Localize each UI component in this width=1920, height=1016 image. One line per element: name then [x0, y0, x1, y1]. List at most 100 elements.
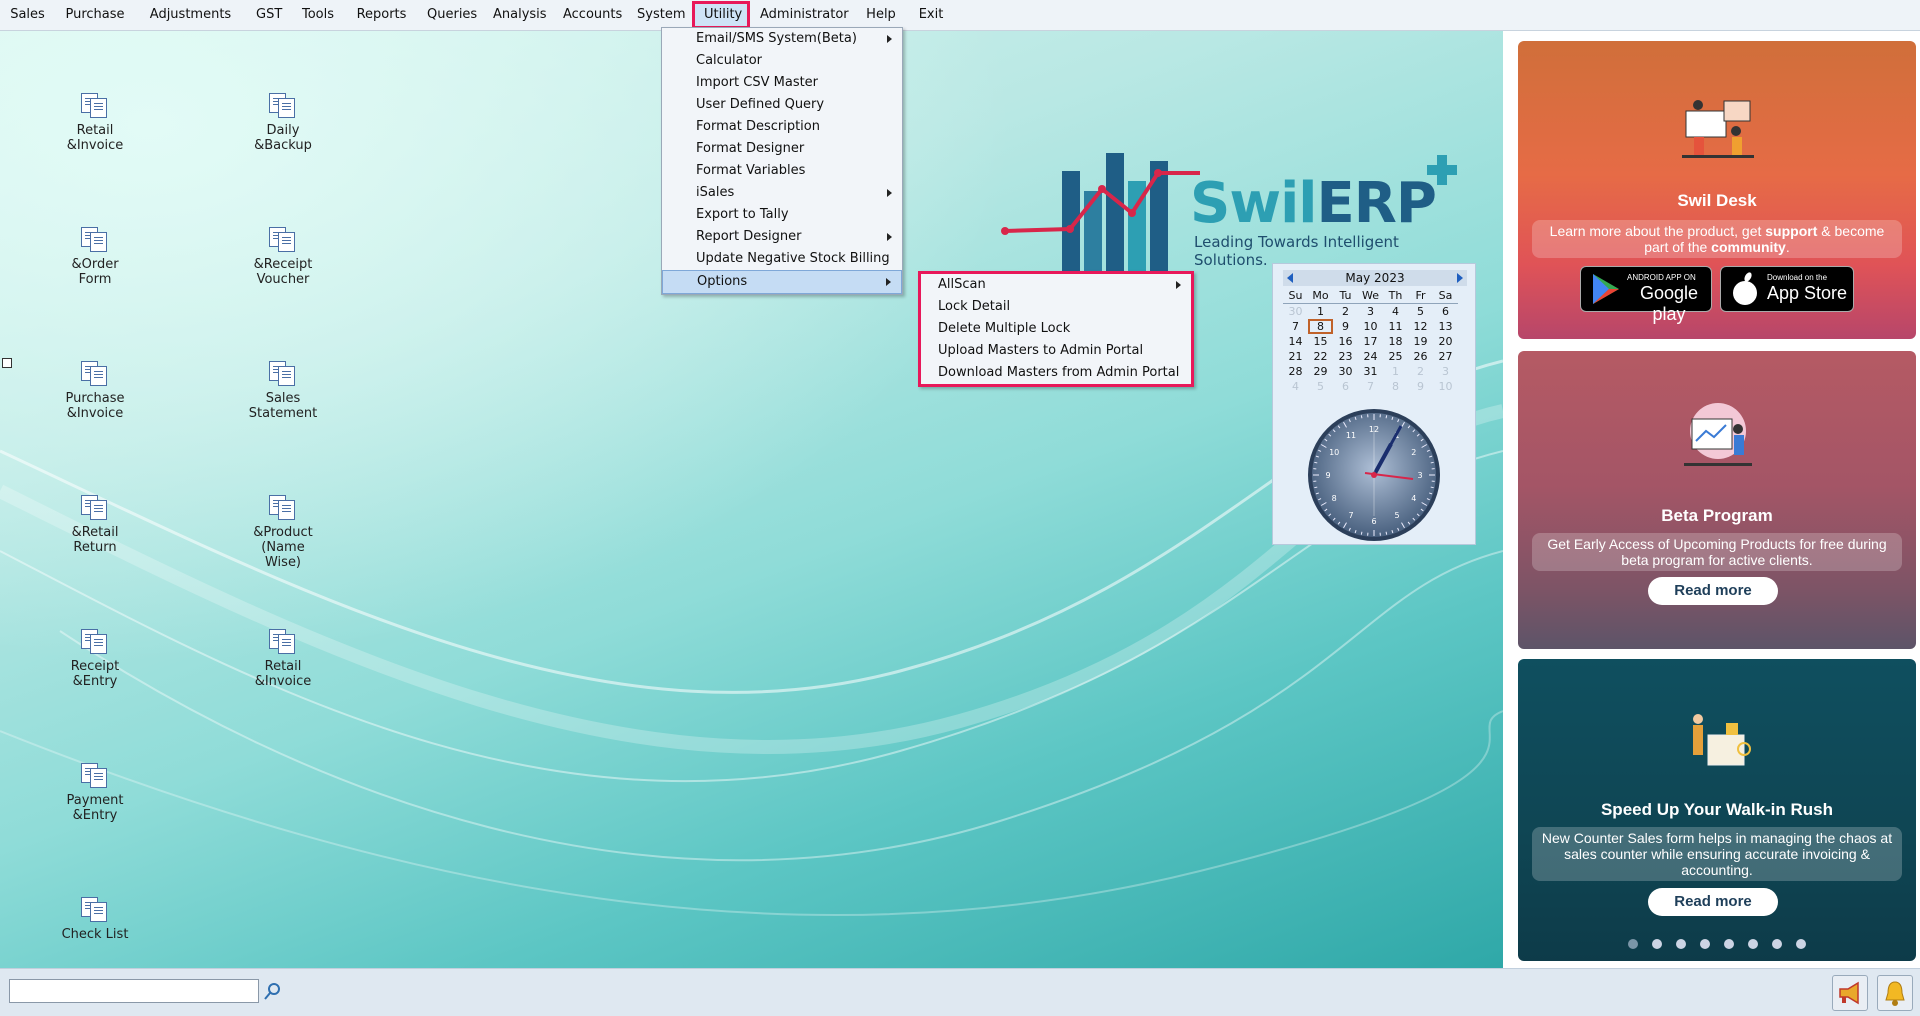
desktop-shortcut[interactable]: &Order Form — [40, 227, 150, 287]
carousel-dot[interactable] — [1772, 939, 1782, 949]
prev-month-icon[interactable] — [1287, 273, 1293, 283]
desktop-shortcut[interactable]: Receipt &Entry — [40, 629, 150, 689]
menu-analysis[interactable]: Analysis — [483, 1, 553, 29]
resize-handle[interactable] — [2, 358, 12, 368]
menu-administrator[interactable]: Administrator — [750, 1, 856, 29]
menu-item-allscan[interactable]: AllScan — [921, 274, 1191, 296]
calendar-day[interactable]: 22 — [1308, 349, 1333, 364]
carousel-dot[interactable] — [1700, 939, 1710, 949]
calendar-day[interactable]: 2 — [1333, 304, 1358, 320]
calendar-day[interactable]: 20 — [1433, 334, 1458, 349]
desktop-shortcut[interactable]: Payment &Entry — [40, 763, 150, 823]
calendar-day[interactable]: 10 — [1433, 379, 1458, 394]
menu-reports[interactable]: Reports — [346, 1, 417, 29]
menu-item-update-negative-stock-billing[interactable]: Update Negative Stock Billing — [662, 248, 902, 270]
calendar-day[interactable]: 6 — [1333, 379, 1358, 394]
calendar-day[interactable]: 4 — [1383, 304, 1408, 320]
menu-item-delete-multiple-lock[interactable]: Delete Multiple Lock — [921, 318, 1191, 340]
menu-utility[interactable]: Utility — [692, 1, 750, 29]
calendar-day[interactable]: 29 — [1308, 364, 1333, 379]
calendar-day[interactable]: 17 — [1358, 334, 1383, 349]
menu-gst[interactable]: GST — [246, 1, 290, 29]
calendar-day[interactable]: 21 — [1283, 349, 1308, 364]
carousel-dot[interactable] — [1724, 939, 1734, 949]
carousel-dot[interactable] — [1652, 939, 1662, 949]
menu-accounts[interactable]: Accounts — [553, 1, 627, 29]
menu-item-format-designer[interactable]: Format Designer — [662, 138, 902, 160]
calendar-day[interactable]: 1 — [1383, 364, 1408, 379]
menu-item-lock-detail[interactable]: Lock Detail — [921, 296, 1191, 318]
desktop-shortcut[interactable]: Retail &Invoice — [228, 629, 338, 689]
menu-purchase[interactable]: Purchase — [55, 1, 135, 29]
menu-item-user-defined-query[interactable]: User Defined Query — [662, 94, 902, 116]
carousel-dot[interactable] — [1796, 939, 1806, 949]
menu-item-upload-masters-to-admin-portal[interactable]: Upload Masters to Admin Portal — [921, 340, 1191, 362]
beta-read-more-button[interactable]: Read more — [1648, 577, 1778, 605]
menu-system[interactable]: System — [627, 1, 692, 29]
calendar-day[interactable]: 1 — [1308, 304, 1333, 320]
calendar-day[interactable]: 23 — [1333, 349, 1358, 364]
calendar-day[interactable]: 30 — [1333, 364, 1358, 379]
calendar-day[interactable]: 3 — [1358, 304, 1383, 320]
menu-exit[interactable]: Exit — [906, 1, 956, 29]
calendar-day[interactable]: 4 — [1283, 379, 1308, 394]
calendar-day[interactable]: 7 — [1283, 319, 1308, 334]
calendar-day[interactable]: 27 — [1433, 349, 1458, 364]
calendar-day[interactable]: 24 — [1358, 349, 1383, 364]
calendar-day[interactable]: 31 — [1358, 364, 1383, 379]
menu-item-format-variables[interactable]: Format Variables — [662, 160, 902, 182]
calendar-day[interactable]: 7 — [1358, 379, 1383, 394]
calendar-day[interactable]: 9 — [1408, 379, 1433, 394]
announcement-button[interactable] — [1832, 975, 1868, 1011]
carousel-dot[interactable] — [1676, 939, 1686, 949]
menu-item-email-sms-system-beta[interactable]: Email/SMS System(Beta) — [662, 28, 902, 50]
search-input[interactable] — [9, 979, 259, 1003]
calendar-day[interactable]: 16 — [1333, 334, 1358, 349]
calendar-day[interactable]: 26 — [1408, 349, 1433, 364]
calendar-day[interactable]: 15 — [1308, 334, 1333, 349]
menu-item-calculator[interactable]: Calculator — [662, 50, 902, 72]
calendar-day[interactable]: 6 — [1433, 304, 1458, 320]
desktop-shortcut[interactable]: Daily &Backup — [228, 93, 338, 153]
calendar-day[interactable]: 5 — [1308, 379, 1333, 394]
calendar-day[interactable]: 19 — [1408, 334, 1433, 349]
calendar-day[interactable]: 28 — [1283, 364, 1308, 379]
desktop-shortcut[interactable]: &Product (Name Wise) — [228, 495, 338, 570]
menu-queries[interactable]: Queries — [417, 1, 483, 29]
app-store-button[interactable]: Download on the App Store — [1720, 266, 1854, 312]
calendar-day[interactable]: 3 — [1433, 364, 1458, 379]
calendar-day[interactable]: 13 — [1433, 319, 1458, 334]
calendar-day[interactable]: 5 — [1408, 304, 1433, 320]
menu-sales[interactable]: Sales — [0, 1, 55, 29]
calendar-day[interactable]: 18 — [1383, 334, 1408, 349]
desktop-shortcut[interactable]: Retail &Invoice — [40, 93, 150, 153]
calendar-day[interactable]: 10 — [1358, 319, 1383, 334]
menu-adjustments[interactable]: Adjustments — [135, 1, 246, 29]
menu-tools[interactable]: Tools — [290, 1, 346, 29]
next-month-icon[interactable] — [1457, 273, 1463, 283]
calendar-day[interactable]: 11 — [1383, 319, 1408, 334]
menu-item-report-designer[interactable]: Report Designer — [662, 226, 902, 248]
menu-item-isales[interactable]: iSales — [662, 182, 902, 204]
desktop-shortcut[interactable]: &Receipt Voucher — [228, 227, 338, 287]
calendar-day[interactable]: 25 — [1383, 349, 1408, 364]
carousel-dot[interactable] — [1748, 939, 1758, 949]
desktop-shortcut[interactable]: Purchase &Invoice — [40, 361, 150, 421]
desktop-shortcut[interactable]: Check List — [40, 897, 150, 942]
calendar-day[interactable]: 12 — [1408, 319, 1433, 334]
menu-help[interactable]: Help — [856, 1, 906, 29]
calendar-day[interactable]: 8 — [1308, 319, 1333, 334]
calendar-day[interactable]: 30 — [1283, 304, 1308, 320]
calendar-day[interactable]: 2 — [1408, 364, 1433, 379]
menu-item-export-to-tally[interactable]: Export to Tally — [662, 204, 902, 226]
google-play-button[interactable]: ANDROID APP ON Google play — [1580, 266, 1712, 312]
calendar-day[interactable]: 9 — [1333, 319, 1358, 334]
rush-read-more-button[interactable]: Read more — [1648, 888, 1778, 916]
desktop-shortcut[interactable]: Sales Statement — [228, 361, 338, 421]
notification-button[interactable] — [1877, 975, 1913, 1011]
menu-item-import-csv-master[interactable]: Import CSV Master — [662, 72, 902, 94]
menu-item-options[interactable]: Options — [662, 270, 902, 294]
search-icon[interactable] — [264, 983, 280, 1001]
desktop-shortcut[interactable]: &Retail Return — [40, 495, 150, 555]
carousel-dot[interactable] — [1628, 939, 1638, 949]
